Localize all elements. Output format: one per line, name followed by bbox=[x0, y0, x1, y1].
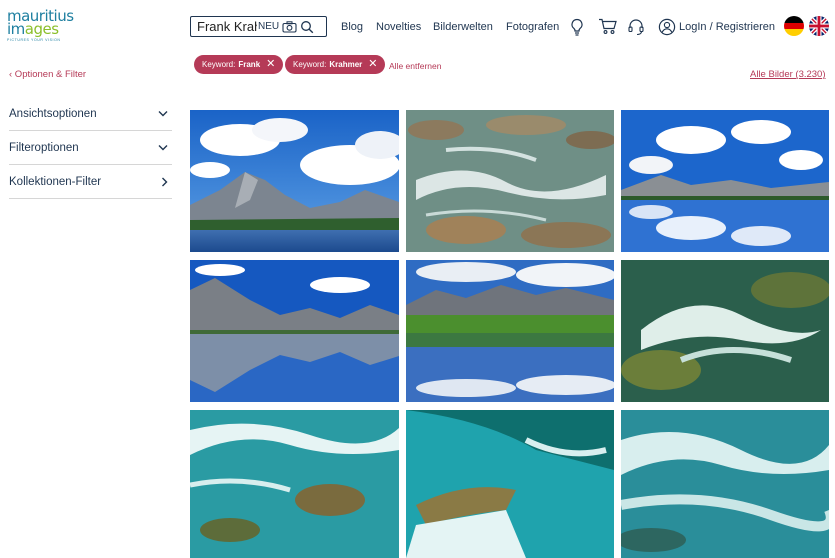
options-filter-link[interactable]: ‹ Optionen & Filter bbox=[9, 69, 86, 80]
nav-fotografen[interactable]: Fotografen bbox=[506, 21, 559, 33]
keyword-chip-frank[interactable]: Keyword: Frank ✕ bbox=[194, 55, 284, 74]
new-badge: NEU bbox=[258, 21, 280, 32]
image-thumbnail-mountain-lake-clouds[interactable] bbox=[190, 110, 399, 252]
logo-line2: images bbox=[7, 20, 59, 38]
all-images-link[interactable]: Alle Bilder (3.230) bbox=[750, 69, 826, 80]
german-flag-icon[interactable] bbox=[784, 16, 804, 36]
image-thumbnail-mountain-reflection[interactable] bbox=[190, 260, 399, 402]
filter-sidebar: Ansichtsoptionen Filteroptionen Kollekti… bbox=[9, 97, 172, 199]
chevron-right-icon bbox=[162, 177, 168, 186]
close-icon[interactable]: ✕ bbox=[368, 59, 377, 70]
nav-blog[interactable]: Blog bbox=[341, 21, 363, 33]
sidebar-item-filter-options[interactable]: Filteroptionen bbox=[9, 131, 172, 165]
image-thumbnail-clear-stream-rocks[interactable] bbox=[406, 110, 614, 252]
nav-login[interactable]: LogIn / Registrieren bbox=[679, 21, 775, 33]
mauritius-images-logo[interactable]: mauritius images PICTURES YOUR VISION bbox=[7, 9, 87, 46]
image-thumbnail-rapids-with-rocks[interactable] bbox=[190, 410, 399, 558]
image-thumbnail-flowing-water[interactable] bbox=[621, 410, 829, 558]
nav-novelties[interactable]: Novelties bbox=[376, 21, 421, 33]
nav-bilderwelten[interactable]: Bilderwelten bbox=[433, 21, 493, 33]
chevron-down-icon bbox=[158, 111, 168, 117]
keyword-chip-krahmer[interactable]: Keyword: Krahmer ✕ bbox=[285, 55, 386, 74]
sidebar-item-collection-filter[interactable]: Kollektionen-Filter bbox=[9, 165, 172, 199]
search-input[interactable]: Frank Krah bbox=[191, 19, 257, 34]
chevron-down-icon bbox=[158, 145, 168, 151]
sidebar-item-view-options[interactable]: Ansichtsoptionen bbox=[9, 97, 172, 131]
image-thumbnail-waterfall-rock[interactable] bbox=[406, 410, 614, 558]
user-icon[interactable] bbox=[658, 18, 676, 36]
uk-flag-icon[interactable] bbox=[809, 16, 829, 36]
image-thumbnail-lake-reflection-clouds[interactable] bbox=[621, 110, 829, 252]
lightbulb-icon[interactable] bbox=[570, 18, 584, 36]
support-headset-icon[interactable] bbox=[627, 18, 645, 36]
search-icon[interactable] bbox=[300, 20, 314, 34]
logo-tagline: PICTURES YOUR VISION bbox=[7, 38, 61, 42]
camera-search-icon[interactable] bbox=[282, 20, 297, 33]
image-thumbnail-forest-lake-reflection[interactable] bbox=[406, 260, 614, 402]
close-icon[interactable]: ✕ bbox=[266, 59, 275, 70]
cart-icon[interactable] bbox=[598, 18, 617, 35]
search-box[interactable]: Frank Krah NEU bbox=[190, 16, 327, 37]
image-thumbnail-turquoise-rapids[interactable] bbox=[621, 260, 829, 402]
remove-all-filters-link[interactable]: Alle entfernen bbox=[389, 61, 441, 71]
